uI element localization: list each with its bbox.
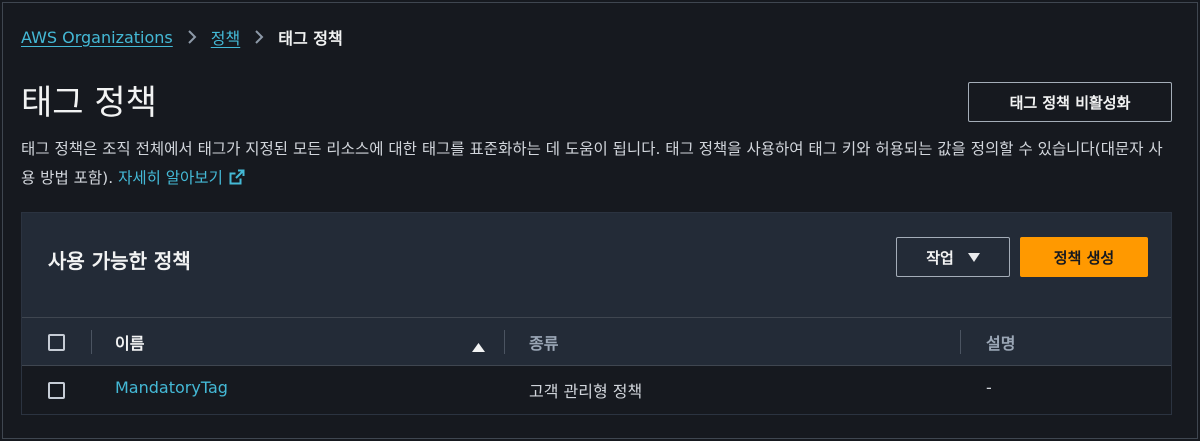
page-frame: AWS Organizations 정책 태그 정책 태그 정책 태그 정책 비… — [2, 2, 1198, 439]
disable-tag-policies-button[interactable]: 태그 정책 비활성화 — [968, 82, 1172, 122]
policy-description: - — [986, 378, 992, 397]
column-divider — [91, 330, 92, 354]
breadcrumb-current: 태그 정책 — [278, 29, 343, 48]
breadcrumb-link-organizations[interactable]: AWS Organizations — [21, 28, 173, 47]
column-divider — [504, 330, 505, 354]
panel-title: 사용 가능한 정책 — [48, 249, 191, 273]
create-policy-button[interactable]: 정책 생성 — [1020, 237, 1148, 277]
learn-more-link[interactable]: 자세히 알아보기 — [118, 169, 245, 187]
page-description: 태그 정책은 조직 전체에서 태그가 지정된 모든 리소스에 대한 태그를 표준… — [21, 135, 1171, 195]
select-all-checkbox[interactable] — [48, 334, 65, 351]
policy-name-link[interactable]: MandatoryTag — [115, 378, 228, 397]
column-header-description[interactable]: 설명 — [986, 330, 1015, 354]
chevron-right-icon — [254, 29, 264, 45]
sort-ascending-icon[interactable] — [472, 337, 485, 356]
table-row: MandatoryTag 고객 관리형 정책 - — [22, 366, 1171, 414]
learn-more-label: 자세히 알아보기 — [118, 169, 223, 187]
policy-type: 고객 관리형 정책 — [529, 382, 643, 401]
column-header-type[interactable]: 종류 — [529, 330, 558, 354]
table-header: 이름 종류 설명 — [22, 317, 1171, 366]
actions-label: 작업 — [926, 248, 954, 267]
chevron-right-icon — [187, 29, 197, 45]
page-title: 태그 정책 — [21, 83, 157, 123]
row-select-checkbox[interactable] — [48, 382, 65, 399]
external-link-icon — [229, 166, 245, 195]
breadcrumb: AWS Organizations 정책 태그 정책 — [21, 25, 343, 49]
actions-dropdown-button[interactable]: 작업 — [896, 237, 1010, 277]
caret-down-icon — [967, 248, 980, 266]
available-policies-panel: 사용 가능한 정책 작업 정책 생성 이름 종류 설명 MandatoryTag… — [21, 212, 1172, 415]
column-header-name[interactable]: 이름 — [115, 330, 144, 354]
column-divider — [960, 330, 961, 354]
breadcrumb-link-policies[interactable]: 정책 — [211, 25, 240, 49]
